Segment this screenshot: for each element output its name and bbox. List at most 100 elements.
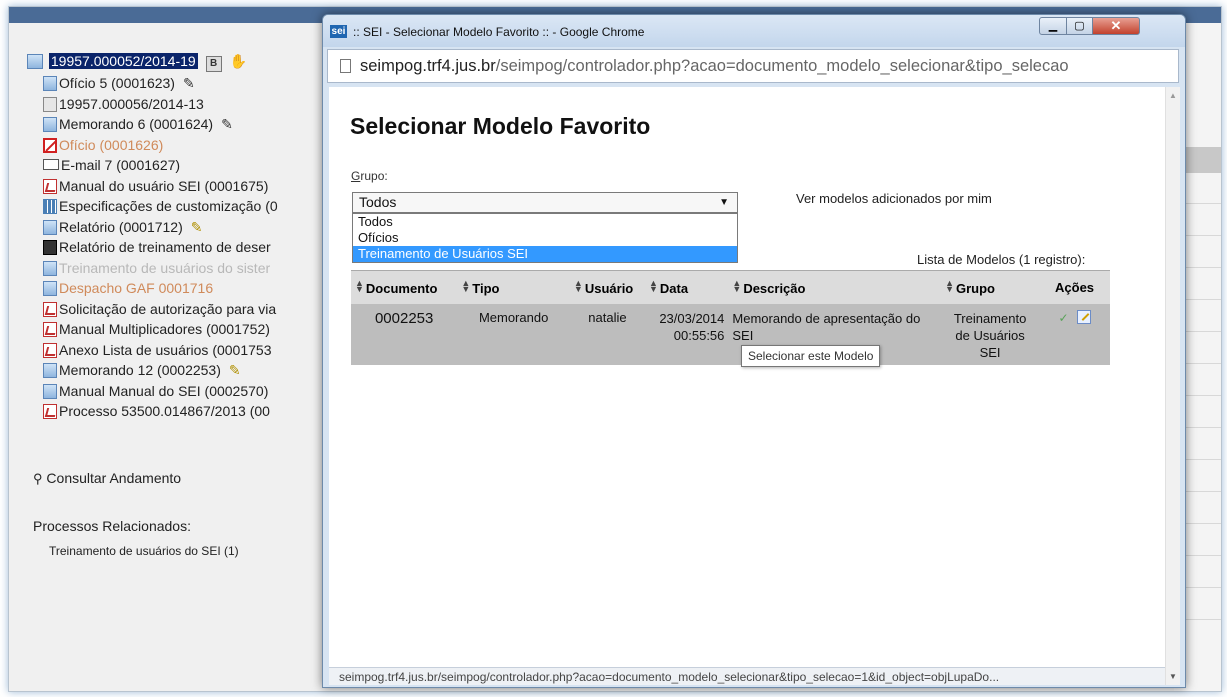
col-data[interactable]: ▲ ▼ Data — [644, 270, 729, 304]
sort-icon[interactable]: ▲ ▼ — [649, 278, 658, 293]
grupo-option-todos[interactable]: Todos — [353, 214, 737, 230]
processo-relacionado-link[interactable]: Treinamento de usuários do SEI (1) — [49, 544, 239, 558]
tree-item-label[interactable]: Manual Multiplicadores (0001752) — [59, 321, 270, 337]
folder-icon — [27, 54, 43, 69]
grupo-select[interactable]: Todos ▼ — [352, 192, 738, 213]
sort-icon[interactable]: ▲ ▼ — [355, 278, 364, 293]
maximize-button[interactable]: ▢ — [1066, 17, 1093, 35]
tree-item-label[interactable]: Memorando 6 (0001624) — [59, 116, 213, 132]
pen-icon[interactable]: ✎ — [221, 114, 233, 134]
tree-item[interactable]: Relatório de treinamento de deser — [43, 237, 271, 257]
pdf-icon — [43, 404, 57, 419]
tree-item[interactable]: Memorando 6 (0001624) ✎ — [43, 114, 233, 134]
col-tipo[interactable]: ▲ ▼ Tipo — [457, 270, 570, 304]
pen-icon[interactable]: ✎ — [229, 360, 241, 380]
tree-item-label[interactable]: E-mail 7 (0001627) — [61, 157, 180, 173]
grupo-option-treinamento[interactable]: Treinamento de Usuários SEI — [353, 246, 737, 262]
cell-documento: 0002253 — [351, 304, 458, 365]
address-bar[interactable]: seimpog.trf4.jus.br/seimpog/controlador.… — [327, 49, 1179, 83]
pen-icon[interactable]: ✎ — [183, 73, 195, 93]
minimize-button[interactable]: ▁ — [1039, 17, 1067, 35]
lista-modelos-caption: Lista de Modelos (1 registro): — [917, 252, 1086, 267]
tree-item[interactable]: E-mail 7 (0001627) — [43, 155, 180, 175]
doc-blue-icon — [43, 281, 57, 296]
page-content: Selecionar Modelo Favorito Grupo: Todos … — [329, 87, 1165, 667]
tree-item-label[interactable]: Manual do usuário SEI (0001675) — [59, 178, 268, 194]
tree-item-label[interactable]: Memorando 12 (0002253) — [59, 362, 221, 378]
sei-favicon-icon: sei — [330, 25, 347, 38]
doc-blue-icon — [43, 363, 57, 378]
dropdown-arrow-icon[interactable]: ▼ — [719, 193, 729, 212]
tree-item[interactable]: Relatório (0001712) ✎ — [43, 217, 202, 237]
tree-item-label[interactable]: Processo 53500.014867/2013 (00 — [59, 403, 270, 419]
tree-item[interactable]: Solicitação de autorização para via — [43, 299, 276, 319]
tree-item[interactable]: Ofício 5 (0001623) ✎ — [43, 73, 195, 93]
consultar-andamento-link[interactable]: ⚲ Consultar Andamento — [33, 470, 181, 487]
grupo-label: Grupo: — [351, 169, 388, 183]
tree-item-label[interactable]: Treinamento de usuários do sister — [59, 260, 270, 276]
window-title: :: SEI - Selecionar Modelo Favorito :: -… — [353, 25, 645, 39]
tree-item-label[interactable]: Especificações de customização (0 — [59, 198, 278, 214]
sort-icon[interactable]: ▲ ▼ — [574, 278, 583, 293]
cell-data-dia: 23/03/2014 — [659, 311, 725, 326]
tree-item[interactable]: Despacho GAF 0001716 — [43, 278, 213, 298]
tree-item-label[interactable]: Anexo Lista de usuários (0001753 — [59, 342, 271, 358]
scroll-up-icon[interactable]: ▲ — [1169, 91, 1177, 100]
window-titlebar[interactable]: sei :: SEI - Selecionar Modelo Favorito … — [323, 15, 1185, 47]
tree-item[interactable]: Manual do usuário SEI (0001675) — [43, 176, 268, 196]
tree-item[interactable]: Especificações de customização (0 — [43, 196, 278, 216]
tree-item-label[interactable]: Solicitação de autorização para via — [59, 301, 276, 317]
process-number[interactable]: 19957.000052/2014-19 — [48, 53, 198, 69]
tree-item[interactable]: Anexo Lista de usuários (0001753 — [43, 340, 271, 360]
cell-tipo: Memorando — [457, 304, 570, 365]
ver-modelos-link[interactable]: Ver modelos adicionados por mim — [796, 191, 992, 206]
pdf-icon — [43, 322, 57, 337]
sort-icon[interactable]: ▲ ▼ — [945, 278, 954, 293]
tree-item[interactable]: Manual Multiplicadores (0001752) — [43, 319, 270, 339]
processos-relacionados-title: Processos Relacionados: — [33, 518, 191, 534]
tree-item[interactable]: Manual Manual do SEI (0002570) — [43, 381, 268, 401]
tree-item-label[interactable]: Ofício 5 (0001623) — [59, 75, 175, 91]
dark-ic-icon — [43, 240, 57, 255]
cell-acoes: ✓ — [1039, 304, 1110, 365]
tree-item-label[interactable]: Manual Manual do SEI (0002570) — [59, 383, 268, 399]
col-acoes: Ações — [1039, 270, 1110, 304]
col-documento[interactable]: ▲ ▼ Documento — [351, 270, 458, 304]
tree-item[interactable]: Memorando 12 (0002253) ✎ — [43, 360, 241, 380]
badge-b-icon[interactable]: B — [205, 56, 222, 72]
pdf-icon — [43, 179, 57, 194]
select-model-icon[interactable] — [1076, 310, 1091, 324]
tree-item[interactable]: Processo 53500.014867/2013 (00 — [43, 401, 270, 421]
tree-item-label[interactable]: 19957.000056/2014-13 — [59, 96, 204, 112]
tree-item-label[interactable]: Relatório (0001712) — [59, 219, 183, 235]
col-usuario[interactable]: ▲ ▼ Usuário — [569, 270, 645, 304]
col-grupo[interactable]: ▲ ▼ Grupo — [941, 270, 1040, 304]
tree-item[interactable]: Treinamento de usuários do sister — [43, 258, 270, 278]
cell-grupo: Treinamento de Usuários SEI — [941, 304, 1040, 365]
tree-item[interactable]: Ofício (0001626) — [43, 135, 163, 155]
tooltip-selecionar-modelo: Selecionar este Modelo — [741, 345, 881, 367]
tree-item-label[interactable]: Despacho GAF 0001716 — [59, 280, 213, 296]
cell-data-hora: 00:55:56 — [673, 328, 725, 343]
close-button[interactable]: ✕ — [1092, 17, 1140, 35]
doc-blue-icon — [43, 117, 57, 132]
tree-item-label[interactable]: Relatório de treinamento de deser — [59, 239, 271, 255]
sort-icon[interactable]: ▲ ▼ — [461, 278, 470, 293]
sort-icon[interactable]: ▲ ▼ — [732, 278, 741, 293]
grupo-label-accesskey: G — [351, 169, 361, 183]
doc-blue-icon — [43, 76, 57, 91]
pdf-icon — [43, 302, 57, 317]
col-descricao[interactable]: ▲ ▼ Descrição — [728, 270, 942, 304]
vertical-scrollbar[interactable]: ▲ ▼ — [1165, 87, 1180, 685]
tree-item-label[interactable]: Ofício (0001626) — [59, 137, 163, 153]
grupo-option-oficios[interactable]: Ofícios — [353, 230, 737, 246]
scroll-down-icon[interactable]: ▼ — [1169, 672, 1177, 681]
grid-ic-icon — [43, 199, 57, 214]
tree-item[interactable]: 19957.000056/2014-13 — [43, 94, 204, 114]
url-text[interactable]: seimpog.trf4.jus.br/seimpog/controlador.… — [360, 57, 1069, 76]
cell-usuario: natalie — [569, 304, 645, 365]
hand-icon[interactable]: ✋ — [229, 53, 246, 69]
tree-root-process[interactable]: 19957.000052/2014-19 B ✋ — [27, 51, 247, 72]
pen-icon[interactable]: ✎ — [191, 217, 203, 237]
check-icon[interactable]: ✓ — [1059, 311, 1069, 325]
